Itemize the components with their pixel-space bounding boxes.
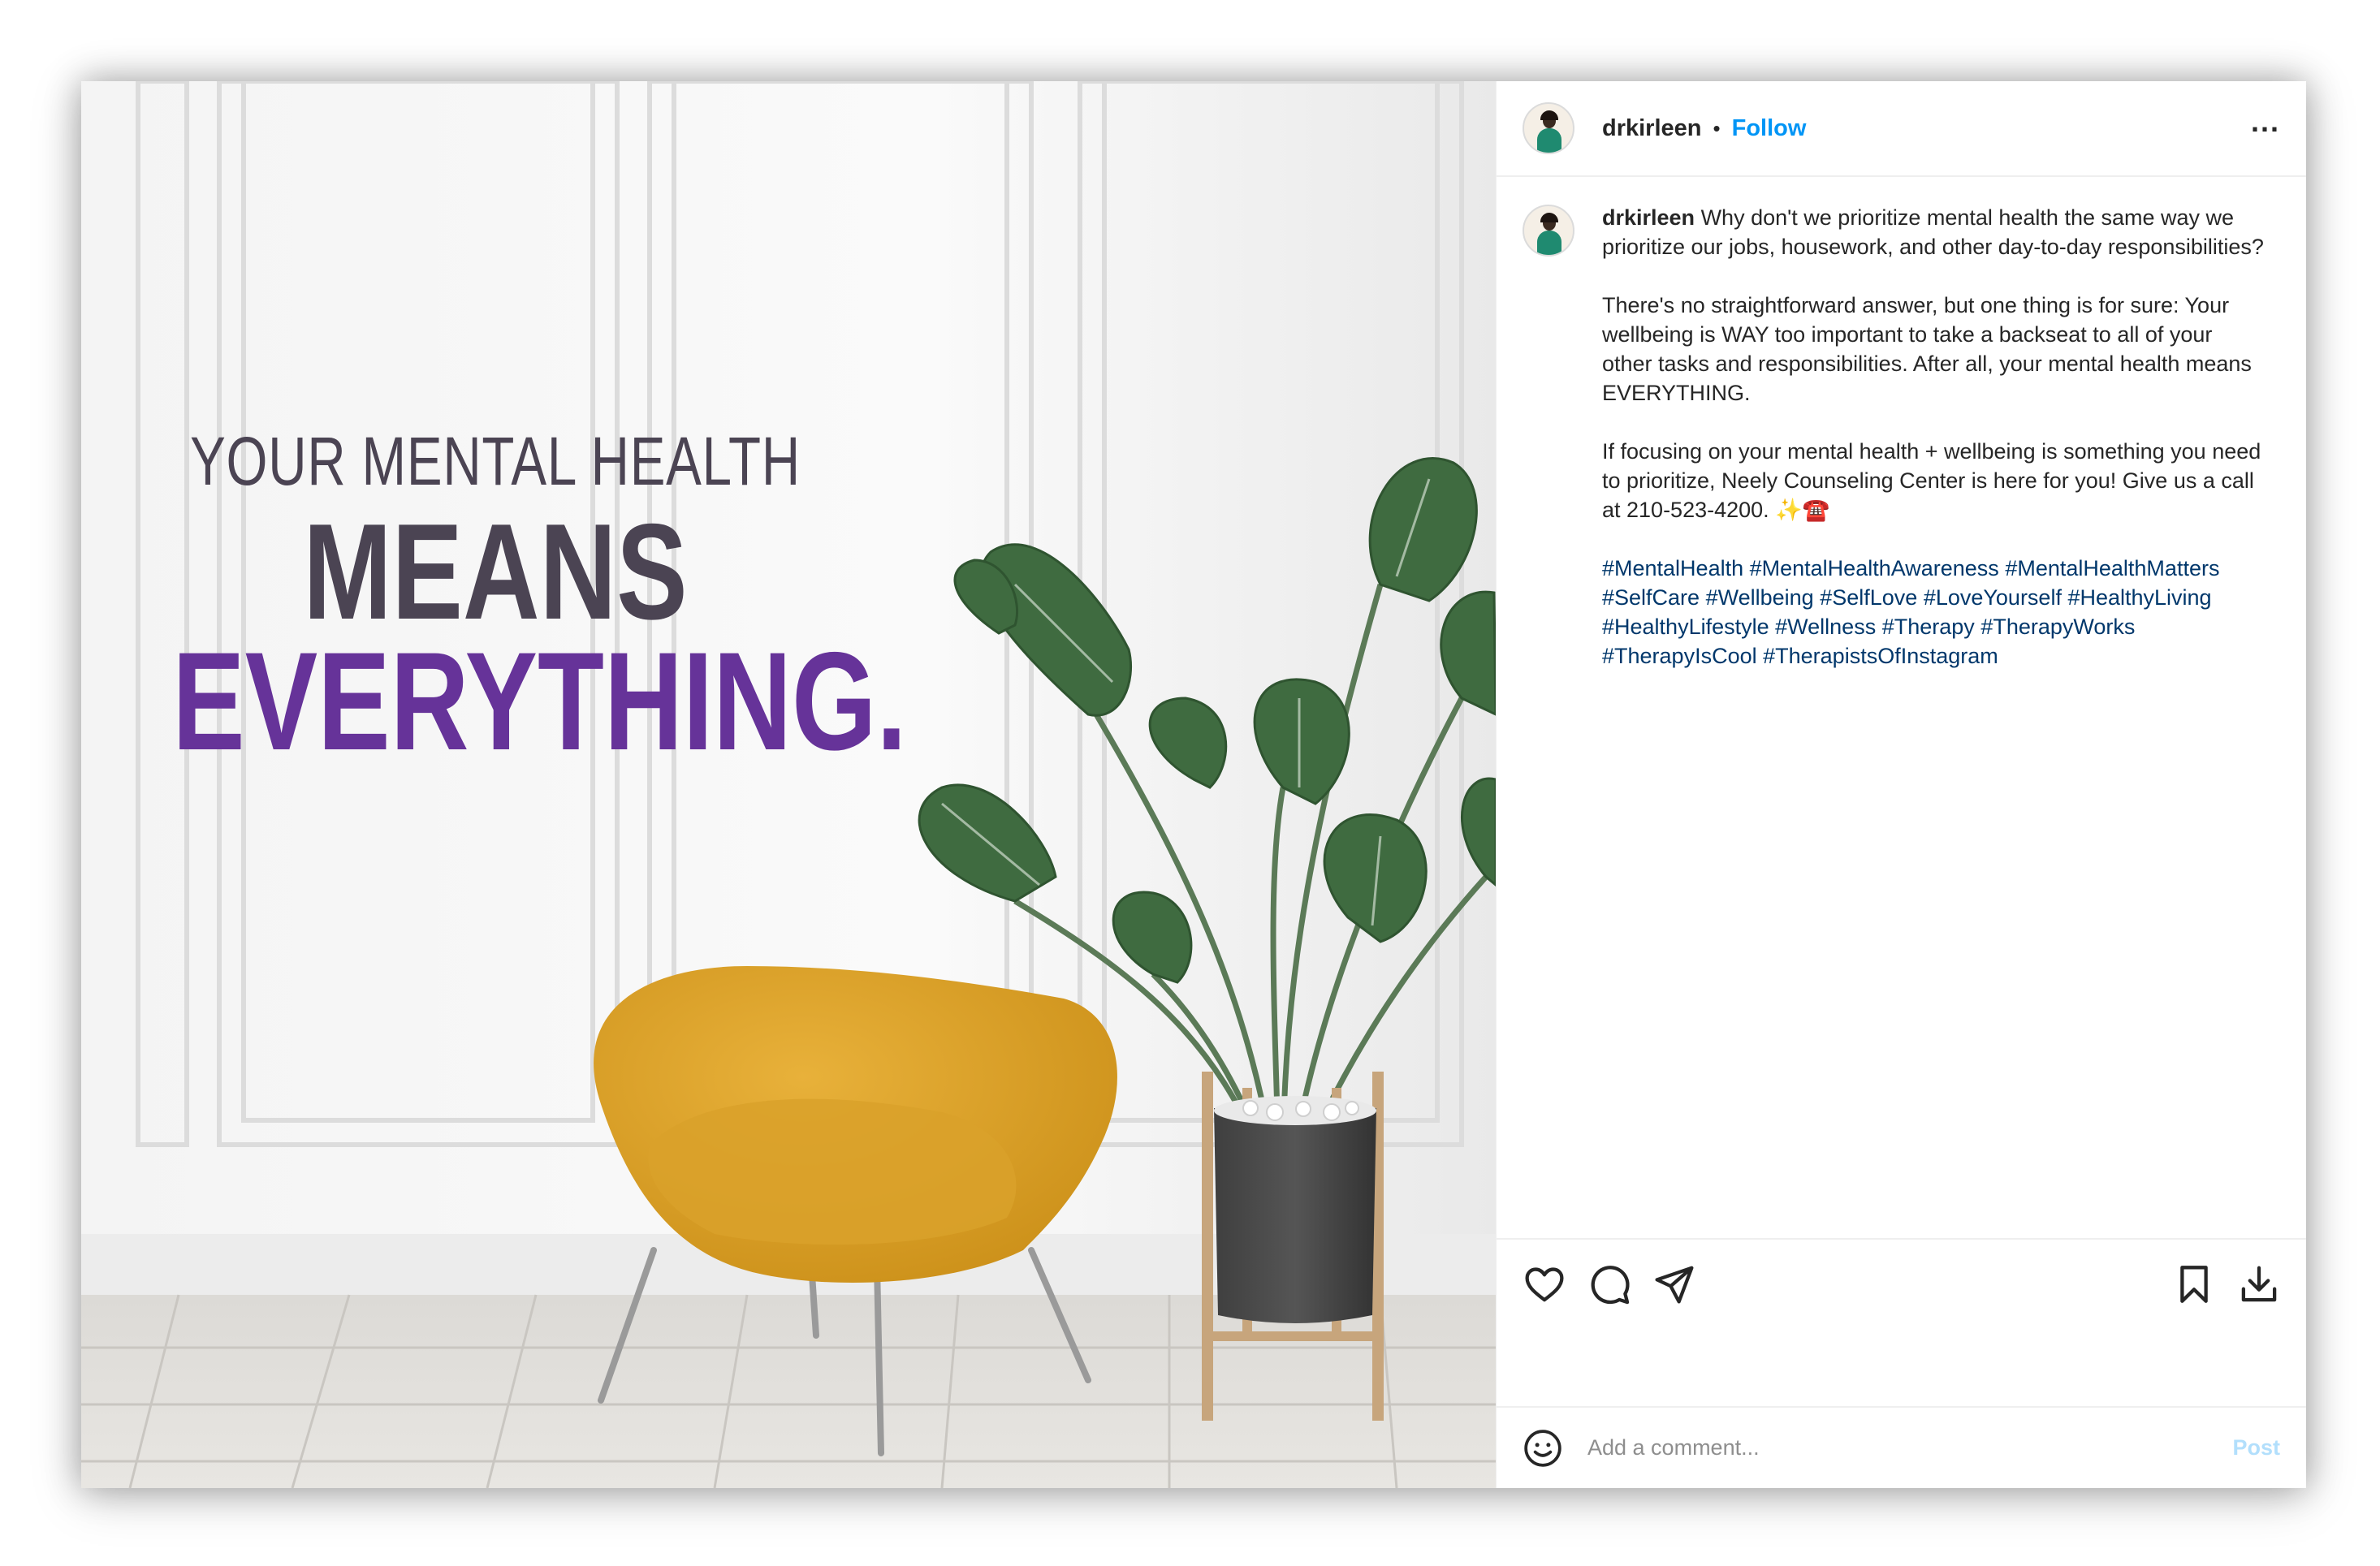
comment-bar: Post <box>1497 1406 2306 1488</box>
hashtag-link[interactable]: #MentalHealthAwareness <box>1750 556 1999 580</box>
paper-plane-icon[interactable] <box>1652 1262 1696 1306</box>
page-backdrop: YOUR MENTAL HEALTH MEANS EVERYTHING. drk… <box>0 0 2380 1566</box>
bookmark-icon[interactable] <box>2172 1262 2216 1306</box>
hashtag-link[interactable]: #TherapyWorks <box>1980 615 2135 639</box>
headline-line-2: MEANS <box>303 495 688 648</box>
download-icon[interactable] <box>2237 1262 2281 1306</box>
post-side-panel: drkirleen • Follow ... drkirleen Why don… <box>1496 81 2306 1488</box>
hashtag-link[interactable]: #SelfLove <box>1820 585 1917 610</box>
headline-line-3: EVERYTHING. <box>172 623 907 779</box>
action-bar <box>1497 1238 2306 1326</box>
hashtag-link[interactable]: #MentalHealth <box>1602 556 1743 580</box>
headline-line-1: YOUR MENTAL HEALTH <box>190 423 801 499</box>
avatar[interactable] <box>1523 102 1574 154</box>
separator-dot: • <box>1713 115 1721 140</box>
comment-icon[interactable] <box>1587 1262 1631 1306</box>
hashtag-link[interactable]: #HealthyLifestyle <box>1602 615 1769 639</box>
caption-paragraph-1: Why don't we prioritize mental health th… <box>1602 205 2264 259</box>
hashtag-link[interactable]: #SelfCare <box>1602 585 1700 610</box>
hashtag-link[interactable]: #Wellbeing <box>1706 585 1814 610</box>
hashtag-link[interactable]: #TherapyIsCool <box>1602 644 1757 668</box>
emoji-icon[interactable] <box>1523 1428 1563 1469</box>
post-image[interactable]: YOUR MENTAL HEALTH MEANS EVERYTHING. <box>81 81 1496 1488</box>
post-dialog: YOUR MENTAL HEALTH MEANS EVERYTHING. drk… <box>81 81 2306 1488</box>
hashtag-link[interactable]: #Therapy <box>1882 615 1975 639</box>
hashtag-link[interactable]: #TherapistsOfInstagram <box>1763 644 1998 668</box>
hashtag-link[interactable]: #MentalHealthMatters <box>2005 556 2219 580</box>
caption: drkirleen Why don't we prioritize mental… <box>1523 203 2278 671</box>
comment-input[interactable] <box>1587 1435 2205 1460</box>
caption-text: drkirleen Why don't we prioritize mental… <box>1602 203 2268 671</box>
caption-avatar[interactable] <box>1523 205 1574 257</box>
heart-icon[interactable] <box>1523 1262 1566 1306</box>
hashtag-list: #MentalHealth #MentalHealthAwareness #Me… <box>1602 554 2268 671</box>
hashtag-link[interactable]: #LoveYourself <box>1924 585 2062 610</box>
caption-username[interactable]: drkirleen <box>1602 205 1695 230</box>
hashtag-link[interactable]: #HealthyLiving <box>2067 585 2211 610</box>
follow-button[interactable]: Follow <box>1732 115 1807 142</box>
post-header: drkirleen • Follow ... <box>1497 81 2306 177</box>
caption-paragraph-3: If focusing on your mental health + well… <box>1602 439 2261 522</box>
post-comment-button[interactable]: Post <box>2232 1435 2280 1460</box>
caption-paragraph-2: There's no straightforward answer, but o… <box>1602 293 2252 405</box>
room-illustration <box>81 81 1496 1488</box>
more-options-icon[interactable]: ... <box>2251 107 2280 136</box>
hashtag-link[interactable]: #Wellness <box>1775 615 1876 639</box>
post-image-headline: YOUR MENTAL HEALTH MEANS EVERYTHING. <box>81 422 909 779</box>
header-username[interactable]: drkirleen <box>1602 115 1702 142</box>
